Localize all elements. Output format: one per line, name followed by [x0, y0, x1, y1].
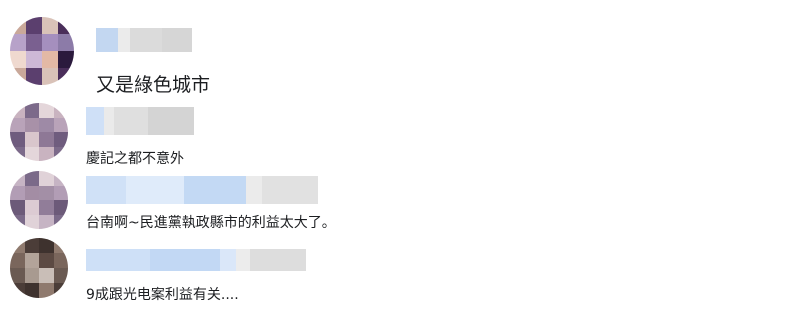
avatar-mosaic-cell [24, 283, 40, 298]
avatar-mosaic-cell [53, 253, 68, 268]
avatar-mosaic-cell [24, 253, 40, 268]
avatar-mosaic-cell [10, 132, 25, 147]
avatar-mosaic-cell [39, 283, 54, 298]
name-blur-segment [86, 107, 104, 135]
avatar-mosaic-cell [10, 103, 25, 118]
avatar-mosaic-cell [58, 17, 74, 34]
avatar-mosaic-cell [42, 17, 58, 34]
avatar-mosaic-cell [10, 200, 25, 215]
avatar[interactable] [10, 238, 68, 298]
avatar-mosaic-cell [26, 68, 42, 85]
avatar[interactable] [10, 103, 68, 161]
name-blur-segment [114, 107, 148, 135]
comment-text: 9成跟光电案利益有关.... [86, 287, 239, 303]
commenter-name-blurred[interactable] [86, 176, 318, 204]
avatar-mosaic-cell [53, 214, 68, 229]
avatar-mosaic-cell [39, 171, 54, 186]
name-blur-segment [246, 176, 262, 204]
avatar-mosaic-cell [10, 117, 25, 133]
name-blur-segment [220, 249, 236, 271]
name-blur-segment [250, 249, 306, 271]
name-blur-segment [150, 249, 220, 271]
avatar-mosaic-cell [24, 171, 40, 186]
avatar-mosaic-cell [42, 34, 58, 51]
avatar-mosaic-cell [24, 268, 40, 283]
avatar-mosaic-cell [39, 268, 54, 283]
avatar-mosaic-cell [10, 34, 26, 51]
avatar-mosaic-cell [39, 200, 54, 215]
avatar-mosaic-cell [10, 283, 25, 298]
avatar-mosaic-cell [10, 17, 26, 34]
avatar-mosaic-cell [24, 238, 40, 253]
avatar-mosaic-cell [24, 200, 40, 215]
avatar-mosaic-cell [42, 68, 58, 85]
avatar[interactable] [10, 171, 68, 229]
avatar-mosaic-cell [58, 51, 74, 68]
avatar-mosaic-cell [53, 132, 68, 147]
avatar-mosaic-cell [39, 103, 54, 118]
avatar-mosaic-cell [24, 103, 40, 118]
avatar-mosaic-cell [39, 117, 54, 133]
commenter-name-blurred[interactable] [86, 107, 194, 135]
commenter-name-blurred[interactable] [96, 28, 192, 52]
avatar-mosaic-cell [24, 132, 40, 147]
avatar-mosaic-cell [26, 17, 42, 34]
name-blur-segment [162, 28, 192, 52]
avatar-mosaic-cell [53, 238, 68, 253]
avatar-mosaic-cell [10, 146, 25, 161]
commenter-name-blurred[interactable] [86, 249, 306, 271]
name-blur-segment [184, 176, 246, 204]
avatar-mosaic-cell [10, 238, 25, 253]
avatar-mosaic-cell [26, 34, 42, 51]
avatar-mosaic-cell [53, 200, 68, 215]
name-blur-segment [236, 249, 250, 271]
avatar-mosaic-cell [24, 146, 40, 161]
name-blur-segment [86, 249, 150, 271]
avatar-mosaic-cell [39, 185, 54, 201]
avatar-mosaic-cell [53, 268, 68, 283]
avatar-mosaic-cell [53, 171, 68, 186]
comment-text: 慶記之都不意外 [86, 151, 184, 167]
avatar-mosaic-cell [58, 34, 74, 51]
avatar-mosaic-cell [58, 68, 74, 85]
name-blur-segment [86, 176, 126, 204]
avatar-mosaic-cell [10, 268, 25, 283]
name-blur-segment [104, 107, 114, 135]
avatar-mosaic-cell [26, 51, 42, 68]
avatar-mosaic-cell [39, 253, 54, 268]
avatar-mosaic-cell [39, 146, 54, 161]
name-blur-segment [148, 107, 194, 135]
name-blur-segment [262, 176, 318, 204]
name-blur-segment [130, 28, 162, 52]
avatar-mosaic-cell [39, 214, 54, 229]
avatar-mosaic-cell [24, 214, 40, 229]
avatar-mosaic-cell [53, 283, 68, 298]
avatar-mosaic-cell [10, 214, 25, 229]
avatar-mosaic-cell [53, 103, 68, 118]
avatar-mosaic-cell [53, 146, 68, 161]
avatar-mosaic-cell [53, 185, 68, 201]
avatar-mosaic-cell [24, 117, 40, 133]
avatar-mosaic-cell [39, 238, 54, 253]
name-blur-segment [96, 28, 118, 52]
avatar-mosaic-cell [10, 51, 26, 68]
avatar-mosaic-cell [10, 68, 26, 85]
avatar-mosaic-cell [42, 51, 58, 68]
avatar-mosaic-cell [24, 185, 40, 201]
avatar-mosaic-cell [39, 132, 54, 147]
avatar-mosaic-cell [10, 185, 25, 201]
avatar-mosaic-cell [53, 117, 68, 133]
name-blur-segment [118, 28, 130, 52]
avatar-mosaic-cell [10, 253, 25, 268]
comment-text: 又是綠色城市 [96, 74, 211, 96]
name-blur-segment [126, 176, 184, 204]
avatar-mosaic-cell [10, 171, 25, 186]
comment-text: 台南啊~民進黨執政縣市的利益太大了。 [86, 215, 336, 231]
avatar[interactable] [10, 17, 74, 85]
